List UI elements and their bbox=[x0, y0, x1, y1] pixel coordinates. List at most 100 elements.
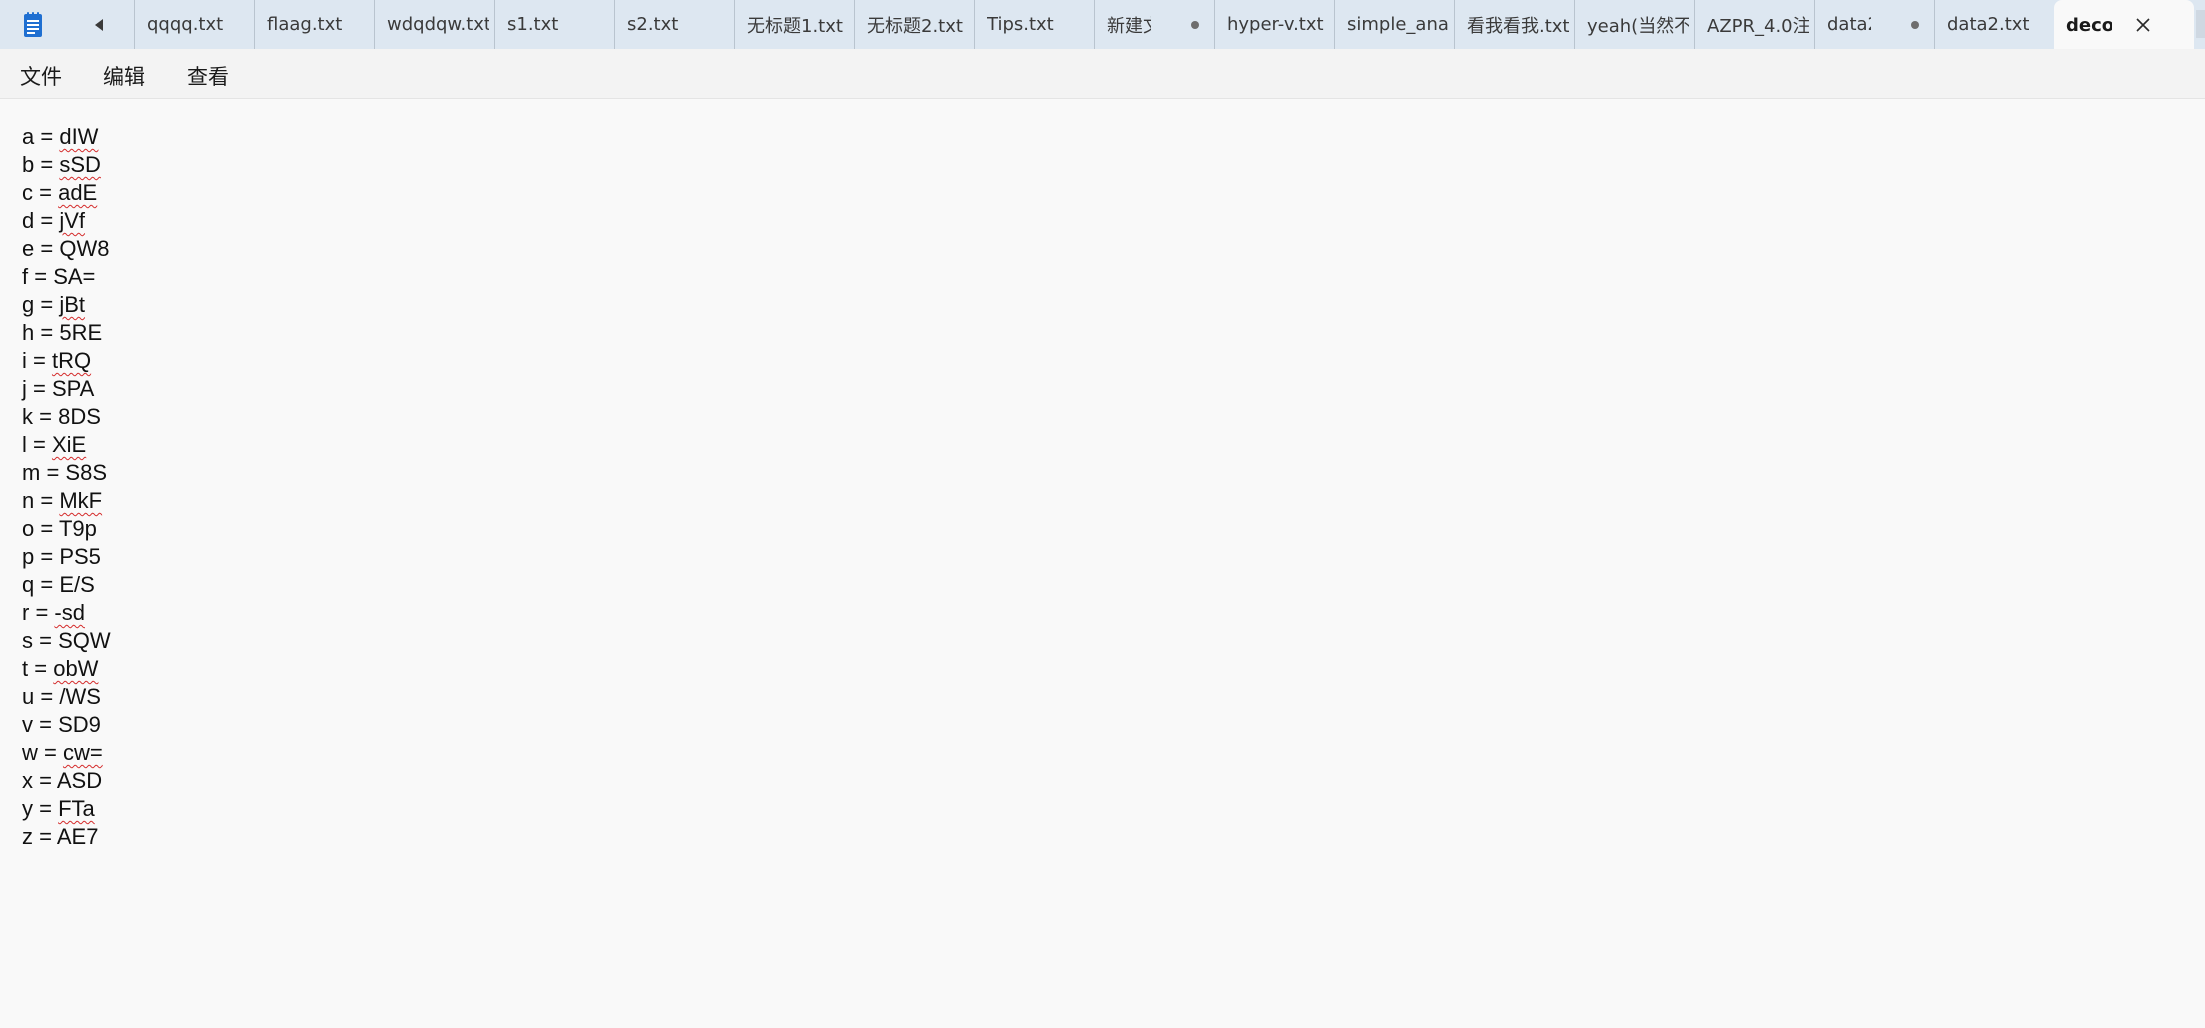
tab-label: data2.txt bbox=[1947, 14, 2030, 35]
tab[interactable]: Tips.txt bbox=[974, 0, 1094, 49]
line-key: o bbox=[22, 516, 35, 541]
line-key: k bbox=[22, 404, 33, 429]
line-value: tRQ bbox=[51, 348, 92, 373]
line-value: ASD bbox=[56, 768, 103, 793]
line-equals: = bbox=[34, 572, 60, 597]
line-equals: = bbox=[33, 404, 59, 429]
tab[interactable]: AZPR_4.0注册 bbox=[1694, 0, 1814, 49]
line-equals: = bbox=[26, 432, 52, 457]
menu-bar: 文件 编辑 查看 bbox=[0, 49, 2205, 99]
line-key: v bbox=[22, 712, 33, 737]
tab[interactable]: data2.txt bbox=[1934, 0, 2054, 49]
text-editor[interactable]: a = dIW b = sSD c = adE d = jVf e = QW8 f = S… bbox=[0, 99, 2205, 1028]
line-equals: = bbox=[28, 656, 54, 681]
line-equals: = bbox=[33, 768, 57, 793]
tab[interactable]: data2. bbox=[1814, 0, 1934, 49]
line-value: AE7 bbox=[56, 824, 99, 849]
line-equals: = bbox=[28, 264, 54, 289]
line-value: PS5 bbox=[59, 544, 101, 569]
line-value: sSD bbox=[59, 152, 101, 177]
text-line: d = jVf bbox=[22, 207, 85, 235]
tab[interactable]: 无标题2.txt bbox=[854, 0, 974, 49]
tab[interactable]: wdqdqw.txt bbox=[374, 0, 494, 49]
text-line: n = MkF bbox=[22, 487, 102, 515]
line-equals: = bbox=[34, 124, 60, 149]
tab[interactable]: yeah(当然不 bbox=[1574, 0, 1694, 49]
tab-label: flaag.txt bbox=[267, 14, 343, 35]
line-value: SD9 bbox=[58, 712, 101, 737]
line-value: MkF bbox=[59, 488, 103, 513]
unsaved-dot-icon bbox=[1191, 21, 1199, 29]
unsaved-dot-icon bbox=[1911, 21, 1919, 29]
tab-label: s2.txt bbox=[627, 14, 679, 35]
tab[interactable]: hyper-v.txt bbox=[1214, 0, 1334, 49]
line-equals: = bbox=[33, 712, 59, 737]
line-key: z bbox=[22, 824, 33, 849]
text-line: y = FTa bbox=[22, 795, 95, 823]
line-key: b bbox=[22, 152, 35, 177]
tab[interactable]: flaag.txt bbox=[254, 0, 374, 49]
text-line: v = SD9 bbox=[22, 711, 101, 739]
tab[interactable]: 新建文 bbox=[1094, 0, 1214, 49]
line-key: s bbox=[22, 628, 33, 653]
line-equals: = bbox=[33, 824, 57, 849]
line-value: SQW bbox=[58, 628, 111, 653]
line-key: w bbox=[22, 740, 38, 765]
tab-label: simple_analy bbox=[1347, 14, 1449, 35]
text-line: m = S8S bbox=[22, 459, 107, 487]
line-equals: = bbox=[34, 320, 60, 345]
text-line: j = SPA bbox=[22, 375, 94, 403]
tab-overflow-edge bbox=[2196, 10, 2205, 38]
line-value: /WS bbox=[59, 684, 101, 709]
menu-file[interactable]: 文件 bbox=[20, 61, 62, 91]
line-equals: = bbox=[34, 516, 59, 541]
text-line: p = PS5 bbox=[22, 543, 101, 571]
text-line: q = E/S bbox=[22, 571, 95, 599]
text-line: e = QW8 bbox=[22, 235, 109, 263]
tab[interactable]: qqqq.txt bbox=[134, 0, 254, 49]
line-value: 8DS bbox=[58, 404, 101, 429]
line-value: adE bbox=[58, 180, 98, 205]
tab-label: AZPR_4.0注册 bbox=[1707, 15, 1809, 37]
line-equals: = bbox=[26, 348, 52, 373]
line-value: FTa bbox=[58, 796, 95, 821]
text-line: l = XiE bbox=[22, 431, 86, 459]
line-key: n bbox=[22, 488, 35, 513]
line-value: SA= bbox=[53, 264, 96, 289]
tab-label: 无标题1.txt bbox=[747, 15, 843, 37]
text-line: c = adE bbox=[22, 179, 97, 207]
line-value: SPA bbox=[51, 376, 95, 401]
tab-bar: qqqq.txt flaag.txt wdqdqw.txt s1.txt s2.txt 无… bbox=[0, 0, 2205, 50]
tab[interactable]: 看我看我.txt bbox=[1454, 0, 1574, 49]
tab-label: data2. bbox=[1827, 14, 1871, 35]
tab-active[interactable]: decode bbox=[2054, 0, 2194, 50]
line-value: 5RE bbox=[59, 320, 103, 345]
close-tab-button[interactable] bbox=[2132, 14, 2154, 36]
tab[interactable]: s2.txt bbox=[614, 0, 734, 49]
close-icon bbox=[2136, 18, 2150, 32]
text-line: w = cw= bbox=[22, 739, 103, 767]
line-value: T9p bbox=[58, 516, 97, 541]
line-key: g bbox=[22, 292, 35, 317]
line-value: jBt bbox=[59, 292, 86, 317]
menu-edit[interactable]: 编辑 bbox=[103, 61, 145, 91]
tab-scroll-left-button[interactable] bbox=[86, 12, 112, 38]
line-value: cw= bbox=[62, 740, 103, 765]
line-equals: = bbox=[33, 628, 59, 653]
line-key: p bbox=[22, 544, 35, 569]
text-line: b = sSD bbox=[22, 151, 101, 179]
menu-view[interactable]: 查看 bbox=[187, 61, 229, 91]
line-equals: = bbox=[34, 488, 60, 513]
line-key: m bbox=[22, 460, 41, 485]
tab[interactable]: simple_analy bbox=[1334, 0, 1454, 49]
line-equals: = bbox=[37, 740, 63, 765]
line-equals: = bbox=[34, 292, 60, 317]
tab[interactable]: 无标题1.txt bbox=[734, 0, 854, 49]
tab-label: 新建文 bbox=[1107, 15, 1151, 37]
text-line: h = 5RE bbox=[22, 319, 102, 347]
line-equals: = bbox=[33, 796, 59, 821]
line-equals: = bbox=[34, 208, 60, 233]
tab-label: yeah(当然不 bbox=[1587, 15, 1689, 37]
text-line: i = tRQ bbox=[22, 347, 91, 375]
tab[interactable]: s1.txt bbox=[494, 0, 614, 49]
